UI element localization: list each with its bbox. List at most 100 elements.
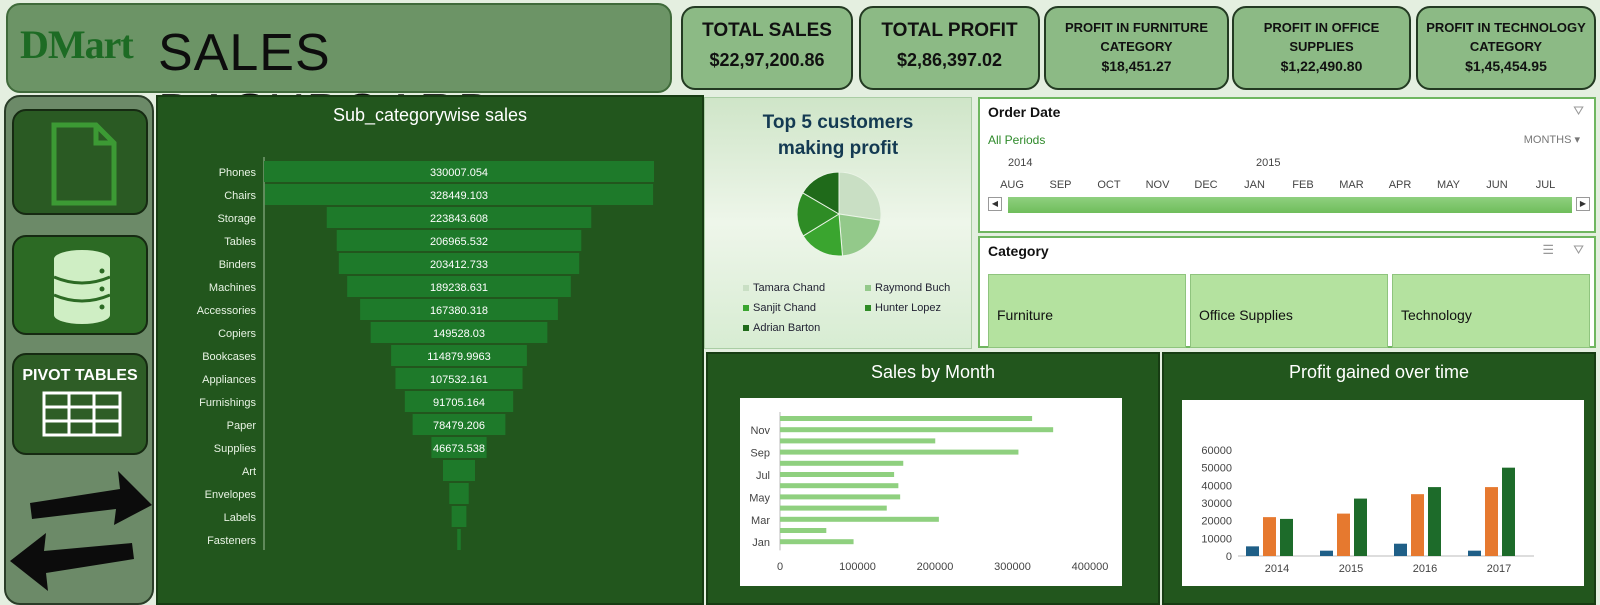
month-bar — [780, 438, 936, 444]
profit-over-time-plot: 0 10000 20000 30000 40000 50000 60000 2014 2015 2… — [1182, 400, 1584, 586]
funnel-bar — [449, 483, 469, 504]
timeline-month-label[interactable]: MAR — [1332, 179, 1372, 191]
multi-select-icon[interactable]: ☰ — [1542, 242, 1554, 258]
pie-slice — [838, 172, 882, 221]
kpi-value: $1,45,454.95 — [1465, 58, 1547, 74]
timeline-month-label[interactable]: JUL — [1526, 179, 1566, 191]
funnel-category-label: Furnishings — [199, 397, 256, 409]
profit-bar — [1394, 543, 1407, 556]
timeline-unit-dropdown[interactable]: MONTHS ▾ — [1524, 133, 1580, 146]
funnel-data-label: 189238.631 — [430, 282, 488, 294]
x-tick-label: 2014 — [1265, 563, 1289, 575]
y-tick-label: Jan — [752, 537, 770, 549]
sidebar-item-pivot-tables[interactable]: PIVOT TABLES — [12, 353, 148, 455]
timeline-month-label[interactable]: NOV — [1138, 179, 1178, 191]
category-item-technology[interactable]: Technology — [1392, 274, 1590, 348]
profit-bar — [1320, 550, 1333, 556]
legend-label: Raymond Buch — [875, 282, 951, 294]
funnel-category-label: Envelopes — [205, 489, 257, 501]
month-bar — [780, 472, 895, 477]
legend-item: Tamara Chand — [743, 282, 825, 294]
legend-swatch — [743, 305, 749, 312]
funnel-category-label: Tables — [224, 236, 256, 248]
x-tick-label: 2016 — [1413, 563, 1437, 575]
category-item-office-supplies[interactable]: Office Supplies — [1190, 274, 1388, 348]
timeline-scroll-right[interactable]: ▶ — [1576, 197, 1590, 211]
legend-label: Hunter Lopez — [875, 302, 942, 314]
subcategory-funnel-chart: Phones 330007.054 Chairs 328449.103 Storage 2… — [197, 157, 654, 550]
timeline-month-label[interactable]: APR — [1380, 179, 1420, 191]
legend-swatch — [743, 325, 749, 332]
sidebar-item-report[interactable] — [12, 109, 148, 215]
timeline-month-label[interactable]: AUG — [992, 179, 1032, 191]
timeline-selection-bar[interactable] — [1008, 197, 1572, 213]
document-icon — [51, 122, 117, 206]
month-bar — [780, 528, 827, 533]
legend-item: Sanjit Chand — [743, 302, 816, 314]
kpi-label: TOTAL SALES — [702, 20, 832, 41]
funnel-category-label: Bookcases — [202, 351, 256, 363]
legend-swatch — [743, 285, 749, 292]
legend-label: Adrian Barton — [753, 322, 821, 334]
funnel-data-label: 91705.164 — [433, 397, 485, 409]
funnel-category-label: Chairs — [224, 190, 256, 202]
profit-bar — [1411, 494, 1424, 556]
chart-title: Sub_categorywise sales — [332, 105, 528, 125]
timeline-year: 2015 — [1256, 157, 1281, 169]
funnel-data-label: 328449.103 — [430, 190, 488, 202]
funnel-data-label: 114879.9963 — [427, 351, 490, 363]
timeline-month-label[interactable]: JAN — [1235, 179, 1275, 191]
category-item-furniture[interactable]: Furniture — [988, 274, 1186, 348]
swap-arrows-icon[interactable] — [10, 467, 152, 597]
profit-bar — [1337, 513, 1350, 556]
timeline-scroll-left[interactable]: ◀ — [988, 197, 1002, 211]
kpi-profit-furniture: PROFIT IN FURNITURE CATEGORY $18,451.27 — [1044, 6, 1229, 90]
funnel-bar — [451, 506, 467, 527]
timeline-all-periods[interactable]: All Periods — [988, 133, 1045, 147]
sales-by-month-chart: Jan Mar May Jul Sep Nov 0 100000 200000 300000 400… — [749, 412, 1108, 573]
legend-item: Hunter Lopez — [865, 302, 941, 314]
profit-bar — [1485, 487, 1498, 556]
profit-bar — [1428, 487, 1441, 556]
y-tick-label: 50000 — [1201, 463, 1232, 475]
funnel-bar — [442, 460, 476, 481]
filter-clear-icon[interactable]: ⛛ — [1573, 103, 1584, 119]
sidebar-item-data[interactable] — [12, 235, 148, 335]
timeline-month-label[interactable]: JUN — [1477, 179, 1517, 191]
sidebar-item-label: PIVOT TABLES — [22, 367, 138, 384]
y-tick-label: 10000 — [1201, 533, 1232, 545]
timeline-month-label[interactable]: FEB — [1283, 179, 1323, 191]
sales-by-month-plot: Jan Mar May Jul Sep Nov 0 100000 200000 300000 400… — [740, 398, 1122, 586]
slicer-title: Category — [988, 243, 1049, 259]
sidebar-nav: PIVOT TABLES — [4, 95, 154, 605]
timeline-month-label[interactable]: SEP — [1041, 179, 1081, 191]
subcategory-sales-panel: Sub_categorywise sales Phones 330007.054 C… — [156, 95, 704, 605]
x-tick-label: 0 — [777, 561, 783, 573]
x-tick-label: 2015 — [1339, 563, 1363, 575]
y-tick-label: Jul — [756, 470, 770, 482]
funnel-category-label: Copiers — [218, 328, 256, 340]
month-bar — [780, 516, 939, 522]
funnel-data-label: 149528.03 — [433, 328, 485, 340]
profit-bar — [1280, 518, 1293, 556]
legend-label: Sanjit Chand — [753, 302, 816, 314]
kpi-label: TOTAL PROFIT — [881, 20, 1018, 41]
profit-over-time-panel: Profit gained over time 0 10000 20000 30000… — [1162, 352, 1596, 605]
kpi-label: PROFIT IN TECHNOLOGY CATEGORY — [1426, 20, 1586, 54]
y-tick-label: 40000 — [1201, 480, 1232, 492]
sales-by-month-panel: Sales by Month Jan Mar May Jul Sep Nov 0 100000… — [706, 352, 1160, 605]
kpi-value: $1,22,490.80 — [1280, 58, 1363, 74]
legend-swatch — [865, 285, 871, 292]
timeline-month-label[interactable]: OCT — [1089, 179, 1129, 191]
filter-clear-icon[interactable]: ⛛ — [1573, 242, 1584, 258]
funnel-category-label: Supplies — [214, 443, 257, 455]
order-date-timeline: Order Date ⛛ All Periods MONTHS ▾ 2014 2… — [978, 97, 1596, 233]
funnel-bar — [457, 529, 461, 550]
y-tick-label: 60000 — [1201, 445, 1232, 457]
timeline-year: 2014 — [1008, 157, 1033, 169]
funnel-data-label: 107532.161 — [430, 374, 488, 386]
funnel-category-label: Appliances — [202, 374, 256, 386]
profit-bar — [1354, 498, 1367, 556]
timeline-month-label[interactable]: DEC — [1186, 179, 1226, 191]
timeline-month-label[interactable]: MAY — [1429, 179, 1469, 191]
